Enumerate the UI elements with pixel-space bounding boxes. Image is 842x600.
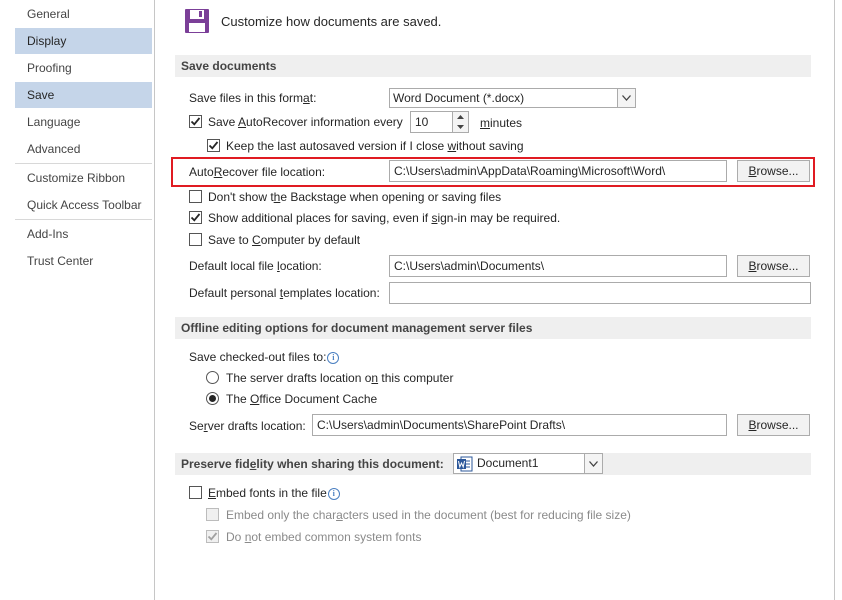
save-format-label: Save files in this format: <box>189 91 317 105</box>
save-floppy-icon <box>184 8 210 34</box>
save-format-value: Word Document (*.docx) <box>393 91 525 105</box>
spin-up-icon[interactable] <box>453 112 468 122</box>
office-cache-option-label: The Office Document Cache <box>226 392 378 406</box>
sidebar-item-quick-access-toolbar[interactable]: Quick Access Toolbar <box>15 192 152 218</box>
sidebar-item-advanced[interactable]: Advanced <box>15 136 152 162</box>
fidelity-document-select[interactable]: Document1 <box>453 453 603 474</box>
server-drafts-location-label: Server drafts location: <box>189 419 306 433</box>
check-icon <box>190 213 201 222</box>
sidebar-item-label: Customize Ribbon <box>27 171 126 185</box>
sidebar-item-label: Language <box>27 115 81 129</box>
sidebar-item-label: General <box>27 7 70 21</box>
sidebar-item-label: Quick Access Toolbar <box>27 198 142 212</box>
sidebar-item-label: Trust Center <box>27 254 94 268</box>
sidebar-item-add-ins[interactable]: Add-Ins <box>15 221 152 247</box>
sidebar-item-label: Advanced <box>27 142 81 156</box>
sidebar-item-proofing[interactable]: Proofing <box>15 55 152 81</box>
page-description: Customize how documents are saved. <box>221 14 442 29</box>
sidebar-item-trust-center[interactable]: Trust Center <box>15 248 152 274</box>
fidelity-document-value: Document1 <box>477 456 539 470</box>
default-local-location-field[interactable]: C:\Users\admin\Documents\ <box>389 255 727 277</box>
save-to-computer-checkbox[interactable] <box>189 233 202 246</box>
autorecover-minutes-value: 10 <box>415 115 429 129</box>
info-icon: i <box>327 488 340 500</box>
sidebar-divider <box>15 219 152 220</box>
keep-last-autosaved-label: Keep the last autosaved version if I clo… <box>226 139 524 153</box>
embed-fonts-checkbox[interactable] <box>189 486 202 499</box>
embed-characters-label: Embed only the characters used in the do… <box>226 508 631 522</box>
spin-down-icon[interactable] <box>453 122 468 132</box>
sidebar-item-language[interactable]: Language <box>15 109 152 135</box>
check-icon <box>208 141 219 150</box>
no-common-fonts-label: Do not embed common system fonts <box>226 530 422 544</box>
autorecover-minutes-spinner[interactable]: 10 <box>410 111 469 133</box>
additional-places-label: Show additional places for saving, even … <box>208 211 561 225</box>
info-icon: i <box>327 352 340 364</box>
embed-characters-checkbox[interactable] <box>206 508 219 521</box>
chevron-down-icon[interactable] <box>584 454 602 473</box>
default-templates-location-label: Default personal templates location: <box>189 286 380 300</box>
keep-last-autosaved-checkbox[interactable] <box>207 139 220 152</box>
sidebar-item-label: Display <box>27 34 67 48</box>
sidebar-item-label: Add-Ins <box>27 227 69 241</box>
server-drafts-radio[interactable] <box>206 371 219 384</box>
sidebar-item-customize-ribbon[interactable]: Customize Ribbon <box>15 165 152 191</box>
sidebar-item-general[interactable]: General <box>15 1 152 27</box>
check-icon <box>207 532 218 541</box>
embed-fonts-label: Embed fonts in the file i <box>208 485 340 501</box>
server-drafts-browse-button[interactable]: Browse... <box>737 414 810 436</box>
chevron-down-icon[interactable] <box>617 89 635 107</box>
checked-out-label-text: Save checked-out files to: <box>189 350 327 364</box>
options-sidebar: General Display Proofing Save Language A… <box>0 0 155 600</box>
minutes-label: minutes <box>480 116 523 130</box>
sidebar-item-label: Proofing <box>27 61 72 75</box>
embed-fonts-label-text: Embed fonts in the file <box>208 486 327 500</box>
server-drafts-option-label: The server drafts location on this compu… <box>226 371 454 385</box>
check-icon <box>190 117 201 126</box>
server-drafts-location-field[interactable]: C:\Users\admin\Documents\SharePoint Draf… <box>312 414 727 436</box>
backstage-label: Don't show the Backstage when opening or… <box>208 190 502 204</box>
additional-places-checkbox[interactable] <box>189 211 202 224</box>
sidebar-item-save[interactable]: Save <box>15 82 152 108</box>
radio-dot <box>209 395 216 402</box>
save-to-computer-label: Save to Computer by default <box>208 233 361 247</box>
sidebar-item-label: Save <box>27 88 55 102</box>
save-format-select[interactable]: Word Document (*.docx) <box>389 88 636 108</box>
autorecover-label: Save AutoRecover information every <box>208 115 403 129</box>
default-local-location-label: Default local file location: <box>189 259 322 273</box>
office-cache-radio[interactable] <box>206 392 219 405</box>
sidebar-divider <box>15 163 152 164</box>
section-header-offline-editing: Offline editing options for document man… <box>175 317 811 339</box>
section-header-save-documents: Save documents <box>175 55 811 77</box>
backstage-checkbox[interactable] <box>189 190 202 203</box>
checked-out-label: Save checked-out files to: i <box>189 349 340 365</box>
sidebar-item-display[interactable]: Display <box>15 28 152 54</box>
scrollbar[interactable] <box>834 0 842 600</box>
default-templates-location-field[interactable] <box>389 282 811 304</box>
no-common-fonts-checkbox[interactable] <box>206 530 219 543</box>
autorecover-checkbox[interactable] <box>189 115 202 128</box>
word-document-icon <box>457 456 473 473</box>
default-local-browse-button[interactable]: Browse... <box>737 255 810 277</box>
highlight-box <box>171 157 815 187</box>
